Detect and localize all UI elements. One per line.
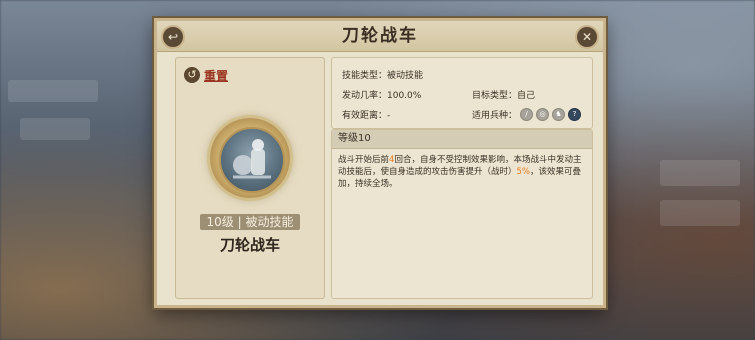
background-ui-strip (8, 80, 98, 102)
background-ui-strip (20, 118, 90, 140)
reset-icon: ↺ (184, 67, 200, 83)
close-button[interactable]: ✕ (575, 25, 599, 49)
background-ui-strip (660, 160, 740, 186)
unit-type-icons: / ◎ ♞ ? (520, 108, 581, 121)
close-icon: ✕ (581, 30, 593, 44)
skill-level-badge: 10级 | 被动技能 (200, 214, 300, 230)
reset-label: 重置 (204, 68, 229, 83)
unit-types-label: 适用兵种： (472, 111, 518, 121)
background-ui-strip (660, 200, 740, 226)
skill-type: 技能类型：被动技能 (342, 71, 424, 81)
skill-name: 刀轮战车 (219, 236, 280, 254)
desc-percent: 5% (516, 167, 531, 177)
shield-unit-icon: ◎ (536, 108, 549, 121)
horse-unit-icon: ♞ (552, 108, 565, 121)
unknown-unit-icon: ? (568, 108, 581, 121)
trigger-rate: 发动几率：100.0% (342, 91, 422, 101)
reset-button[interactable]: ↺ 重置 (184, 66, 228, 84)
title-bar: ↩ 刀轮战车 ✕ (157, 21, 603, 52)
target-type: 目标类型：自己 (472, 91, 536, 101)
back-button[interactable]: ↩ (161, 25, 185, 49)
skill-summary-card: ↺ 重置 10级 | 被动技能 刀轮战车 (175, 57, 325, 299)
spear-unit-icon: / (520, 108, 533, 121)
level-header: 等级10 (332, 130, 592, 149)
panel-title: 刀轮战车 (342, 26, 418, 46)
chariot-warrior-icon (219, 127, 285, 193)
skill-detail-panel: ↩ 刀轮战车 ✕ ↺ 重置 10级 | 被动技能 刀轮战车 技能类型：被动技能 (154, 18, 606, 308)
back-icon: ↩ (167, 30, 179, 44)
skill-description: 战斗开始后前4回合，自身不受控制效果影响，本场战斗中发动主动技能后，使自身造成的… (332, 149, 592, 195)
effective-range: 有效距离：- (342, 111, 391, 121)
skill-description-card: 等级10 战斗开始后前4回合，自身不受控制效果影响，本场战斗中发动主动技能后，使… (331, 129, 593, 299)
desc-text-1: 战斗开始后前 (338, 155, 390, 165)
skill-info-card: 技能类型：被动技能 发动几率：100.0% 目标类型：自己 有效距离：- 适用兵… (331, 57, 593, 129)
skill-medal-icon (210, 118, 290, 198)
